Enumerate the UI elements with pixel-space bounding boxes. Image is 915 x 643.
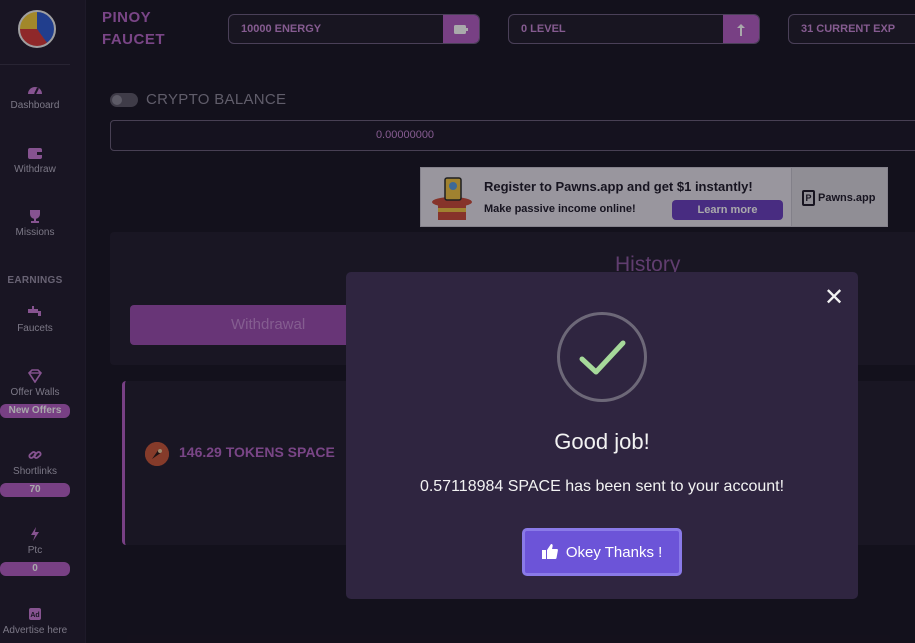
- close-icon[interactable]: ✕: [822, 286, 846, 310]
- success-check-icon: [557, 312, 647, 402]
- okay-thanks-label: Okey Thanks !: [565, 544, 663, 561]
- okay-thanks-button[interactable]: Okey Thanks !: [522, 528, 682, 576]
- modal-message: 0.57118984 SPACE has been sent to your a…: [419, 478, 785, 495]
- success-modal: ✕ Good job! 0.57118984 SPACE has been se…: [346, 272, 858, 599]
- thumbs-up-icon: [541, 531, 558, 573]
- modal-title: Good job!: [554, 429, 650, 454]
